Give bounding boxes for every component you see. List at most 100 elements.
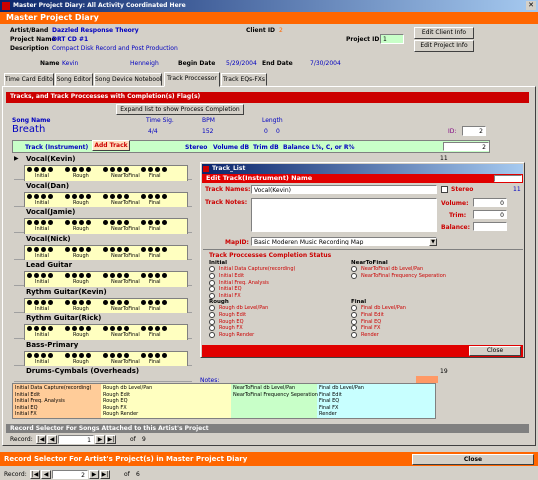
phase-status-dot[interactable] [72, 220, 77, 225]
status-radio[interactable] [209, 279, 215, 286]
phase-status-dot[interactable] [41, 273, 46, 278]
phase-status-dot[interactable] [86, 352, 91, 358]
phase-status-dot[interactable] [155, 193, 160, 199]
phase-status-dot[interactable] [34, 299, 39, 305]
phase-status-dot[interactable] [141, 167, 146, 172]
phase-status-dot[interactable] [48, 273, 53, 278]
status-radio[interactable] [351, 266, 357, 272]
length-min-value[interactable]: 0 [264, 128, 268, 135]
status-radio[interactable] [351, 272, 357, 279]
phase-status-dot[interactable] [148, 352, 153, 358]
phase-status-dot[interactable] [65, 352, 70, 358]
phase-status-dot[interactable] [124, 352, 129, 358]
track-name[interactable]: Vocal(Kevin) [26, 155, 76, 163]
description-value[interactable]: Compact Disk Record and Post Production [52, 45, 178, 52]
phase-status-dot[interactable] [34, 273, 39, 278]
track-row[interactable]: Vocal(Jamie) Initial Rough NearToFinal Final [14, 207, 192, 235]
song-next-record-button[interactable]: ▶ [95, 435, 105, 444]
track-name[interactable]: Lead Guitar [26, 261, 72, 269]
first-name-value[interactable]: Kevin [62, 60, 78, 67]
project-name-value[interactable]: DRT CD #1 [52, 36, 88, 43]
phase-status-dot[interactable] [162, 167, 167, 172]
phase-status-dot[interactable] [110, 352, 115, 358]
phase-status-dot[interactable] [103, 220, 108, 225]
phase-status-dot[interactable] [162, 193, 167, 199]
track-name[interactable]: Drums-Cymbals (Overheads) [26, 367, 139, 375]
phase-status-dot[interactable] [48, 326, 53, 331]
song-prev-record-button[interactable]: ◀ [47, 435, 57, 444]
phase-status-dot[interactable] [103, 193, 108, 199]
phase-status-dot[interactable] [48, 167, 53, 172]
balance-field[interactable]: 2 [443, 142, 489, 151]
phase-status-dot[interactable] [117, 299, 122, 305]
phase-status-dot[interactable] [86, 246, 91, 252]
phase-status-dot[interactable] [34, 193, 39, 199]
phase-status-dot[interactable] [141, 193, 146, 199]
tab-song-device-notebook[interactable]: Song Device Notebook [94, 73, 162, 86]
phase-status-dot[interactable] [72, 273, 77, 278]
track-name[interactable]: Vocal(Jamie) [26, 208, 75, 216]
project-first-record-button[interactable]: |◀ [30, 470, 40, 479]
phase-status-dot[interactable] [72, 352, 77, 358]
phase-status-dot[interactable] [86, 167, 91, 172]
phase-status-dot[interactable] [110, 273, 115, 278]
phase-status-dot[interactable] [34, 167, 39, 172]
phase-status-dot[interactable] [117, 352, 122, 358]
track-name[interactable]: Rythm Guitar(Rick) [26, 314, 101, 322]
status-radio[interactable] [209, 311, 215, 318]
phase-status-dot[interactable] [162, 299, 167, 305]
phase-status-dot[interactable] [65, 273, 70, 278]
phase-status-dot[interactable] [72, 299, 77, 305]
phase-status-dot[interactable] [117, 273, 122, 278]
status-radio[interactable] [351, 318, 357, 325]
phase-status-dot[interactable] [155, 273, 160, 278]
phase-status-dot[interactable] [79, 193, 84, 199]
phase-status-dot[interactable] [41, 352, 46, 358]
phase-status-dot[interactable] [117, 246, 122, 252]
phase-status-dot[interactable] [103, 326, 108, 331]
phase-status-dot[interactable] [79, 246, 84, 252]
balance-dialog-field[interactable] [473, 222, 507, 231]
phase-status-dot[interactable] [117, 326, 122, 331]
phase-status-dot[interactable] [110, 246, 115, 252]
phase-status-dot[interactable] [48, 352, 53, 358]
song-first-record-button[interactable]: |◀ [36, 435, 46, 444]
phase-status-dot[interactable] [141, 246, 146, 252]
phase-status-dot[interactable] [124, 193, 129, 199]
phase-status-dot[interactable] [72, 193, 77, 199]
phase-status-dot[interactable] [162, 352, 167, 358]
window-close-icon[interactable]: ✕ [526, 1, 536, 10]
phase-status-dot[interactable] [41, 299, 46, 305]
phase-status-dot[interactable] [72, 326, 77, 331]
status-radio[interactable] [351, 311, 357, 318]
volume-field[interactable]: 0 [473, 198, 507, 207]
phase-status-dot[interactable] [103, 246, 108, 252]
project-prev-record-button[interactable]: ◀ [41, 470, 51, 479]
phase-status-dot[interactable] [141, 326, 146, 331]
end-date-value[interactable]: 7/30/2004 [310, 60, 341, 67]
phase-status-dot[interactable] [155, 326, 160, 331]
track-row[interactable]: Rythm Guitar(Rick) Initial Rough NearToFina… [14, 313, 192, 341]
phase-status-dot[interactable] [110, 326, 115, 331]
phase-status-dot[interactable] [27, 352, 32, 358]
phase-status-dot[interactable] [124, 273, 129, 278]
phase-status-dot[interactable] [110, 299, 115, 305]
trim-field[interactable]: 0 [473, 210, 507, 219]
song-last-record-button[interactable]: ▶| [106, 435, 116, 444]
main-close-button[interactable]: Close [412, 454, 534, 465]
phase-status-dot[interactable] [48, 220, 53, 225]
phase-status-dot[interactable] [86, 326, 91, 331]
phase-status-dot[interactable] [148, 220, 153, 225]
phase-status-dot[interactable] [72, 167, 77, 172]
phase-status-dot[interactable] [34, 352, 39, 358]
artist-value[interactable]: Dazzled Response Theory [52, 27, 139, 34]
phase-status-dot[interactable] [124, 246, 129, 252]
project-id-field[interactable]: 1 [380, 34, 404, 44]
phase-status-dot[interactable] [27, 220, 32, 225]
phase-status-dot[interactable] [155, 167, 160, 172]
phase-status-dot[interactable] [162, 326, 167, 331]
phase-status-dot[interactable] [103, 167, 108, 172]
project-last-record-button[interactable]: ▶| [100, 470, 110, 479]
phase-status-dot[interactable] [79, 273, 84, 278]
phase-status-dot[interactable] [27, 193, 32, 199]
